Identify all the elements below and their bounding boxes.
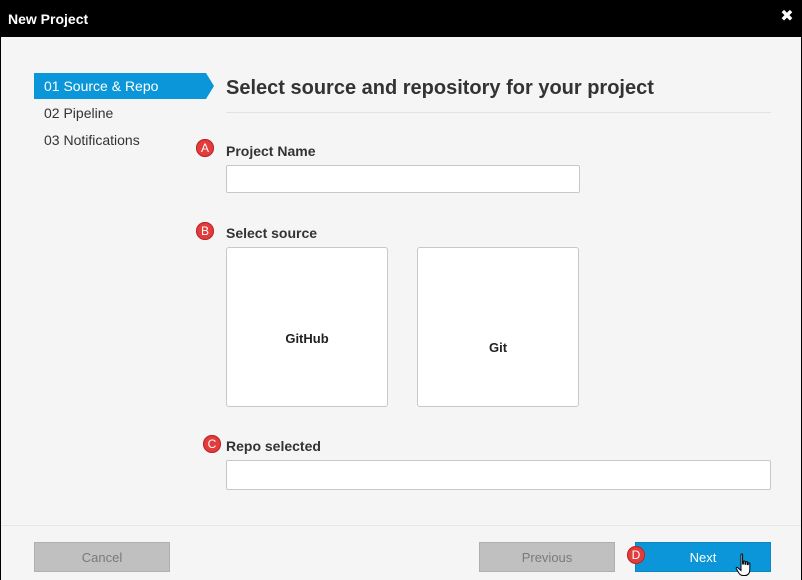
source-option-github[interactable]: GitHub (226, 247, 388, 407)
new-project-dialog: New Project ✖ 01 Source & Repo 02 Pipeli… (0, 0, 802, 580)
repo-selected-label: Repo selected (226, 438, 321, 454)
step-pipeline[interactable]: 02 Pipeline (34, 100, 209, 126)
repo-selected-field[interactable] (226, 460, 771, 490)
dialog-title: New Project (8, 11, 89, 27)
hand-pointer-cursor-icon (735, 553, 751, 576)
step-notifications[interactable]: 03 Notifications (34, 127, 209, 153)
callout-marker-d: D (627, 546, 645, 564)
cancel-button[interactable]: Cancel (34, 542, 170, 572)
source-option-github-label: GitHub (285, 331, 329, 346)
dialog-footer: Cancel Previous Next D (1, 525, 801, 580)
source-option-git[interactable]: Git (417, 247, 579, 407)
wizard-steps-nav: 01 Source & Repo 02 Pipeline 03 Notifica… (34, 73, 214, 154)
select-source-label: Select source (226, 225, 318, 241)
close-icon[interactable]: ✖ (779, 9, 795, 25)
page-title: Select source and repository for your pr… (226, 77, 654, 99)
title-bar: New Project ✖ (1, 1, 801, 37)
project-name-label: Project Name (226, 143, 316, 159)
callout-marker-b: B (196, 222, 214, 240)
title-divider (226, 112, 771, 113)
project-name-input[interactable] (226, 165, 580, 193)
dialog-content: 01 Source & Repo 02 Pipeline 03 Notifica… (1, 37, 801, 525)
previous-button[interactable]: Previous (479, 542, 615, 572)
callout-marker-c: C (203, 435, 221, 453)
source-option-git-label: Git (488, 340, 508, 355)
callout-marker-a: A (196, 139, 214, 157)
step-source-repo[interactable]: 01 Source & Repo (34, 73, 214, 99)
